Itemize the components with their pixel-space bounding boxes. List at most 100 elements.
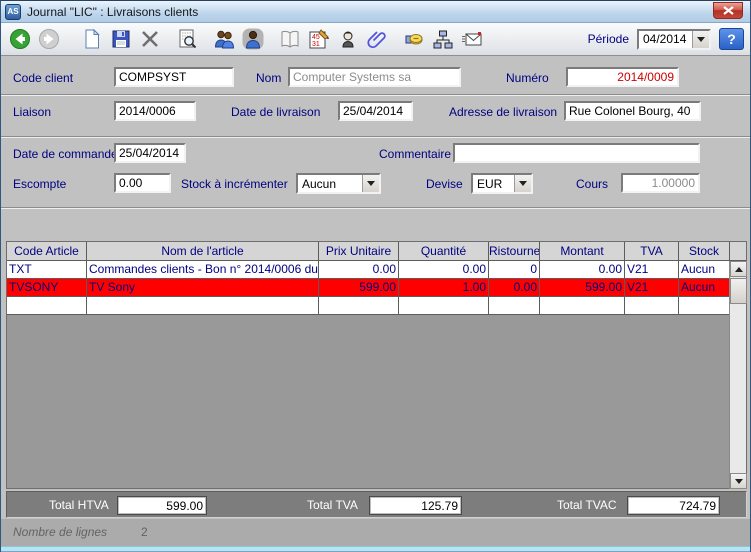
vertical-scrollbar[interactable] [729, 261, 746, 489]
devise-label: Devise [426, 177, 463, 191]
email-button[interactable] [459, 26, 485, 52]
numero-input[interactable] [566, 67, 679, 87]
help-button[interactable]: ? [719, 28, 744, 50]
cell-prix-unitaire[interactable]: 0.00 [319, 261, 399, 279]
svg-text:45: 45 [312, 34, 320, 41]
numero-label: Numéro [506, 71, 549, 85]
escompte-input[interactable] [114, 173, 171, 193]
calendar-button[interactable]: 4531 [306, 26, 332, 52]
scroll-up-button[interactable] [730, 261, 747, 277]
column-header[interactable]: Quantité [399, 242, 489, 261]
period-label: Période [588, 32, 629, 46]
preview-icon [176, 28, 198, 50]
cell-quantite[interactable]: 1.00 [399, 279, 489, 297]
structure-button[interactable] [430, 26, 456, 52]
clients-button[interactable] [211, 26, 237, 52]
nom-label: Nom [256, 71, 281, 85]
nom-input [288, 67, 461, 87]
column-header[interactable]: Montant [540, 242, 625, 261]
cell-tva[interactable]: V21 [625, 279, 679, 297]
date-livraison-label: Date de livraison [231, 105, 320, 119]
table-row-empty[interactable] [7, 297, 746, 315]
column-header[interactable]: TVA [625, 242, 679, 261]
cell-quantite[interactable]: 0.00 [399, 261, 489, 279]
total-tvac-value [627, 496, 720, 515]
back-button[interactable] [7, 26, 33, 52]
cell-code-article[interactable]: TVSONY [7, 279, 87, 297]
delete-button[interactable] [137, 26, 163, 52]
table-row-selected[interactable]: TVSONY TV Sony 599.00 1.00 0.00 599.00 V… [7, 279, 746, 297]
line-count-value: 2 [141, 525, 148, 539]
cell-nom-article[interactable]: TV Sony [87, 279, 319, 297]
code-client-input[interactable] [114, 67, 234, 87]
arrow-down-icon [735, 479, 743, 484]
total-tvac-label: Total TVAC [557, 498, 617, 512]
email-icon [461, 28, 483, 50]
totals-bar: Total HTVA Total TVA Total TVAC [6, 491, 747, 518]
delete-icon [139, 28, 161, 50]
close-icon [723, 6, 734, 15]
table-row[interactable]: TXT Commandes clients - Bon n° 2014/0006… [7, 261, 746, 279]
close-button[interactable] [713, 2, 743, 19]
scroll-down-button[interactable] [730, 473, 747, 489]
payment-button[interactable] [401, 26, 427, 52]
date-commande-input[interactable] [114, 143, 186, 163]
cell-tva[interactable]: V21 [625, 261, 679, 279]
person-icon [337, 28, 359, 50]
status-bar: Nombre de lignes 2 [1, 519, 750, 547]
divider [1, 136, 751, 138]
date-commande-label: Date de commande [13, 147, 118, 161]
new-document-icon [81, 28, 103, 50]
divider [1, 94, 751, 96]
commentaire-input[interactable] [453, 143, 700, 163]
line-count-label: Nombre de lignes [13, 525, 107, 539]
chevron-down-icon[interactable] [692, 31, 709, 48]
client-icon [242, 28, 264, 50]
calendar-icon: 4531 [308, 28, 330, 50]
cell-prix-unitaire[interactable]: 599.00 [319, 279, 399, 297]
total-tva-value [369, 496, 462, 515]
column-header[interactable]: Prix Unitaire [319, 242, 399, 261]
devise-select[interactable]: EUR [471, 173, 533, 194]
cell-ristourne[interactable]: 0.00 [489, 279, 540, 297]
commentaire-label: Commentaire [379, 147, 451, 161]
liaison-label: Liaison [13, 105, 51, 119]
clients-icon [213, 28, 235, 50]
cell-ristourne[interactable]: 0 [489, 261, 540, 279]
forward-icon [38, 28, 60, 50]
save-button[interactable] [108, 26, 134, 52]
book-icon [279, 28, 301, 50]
divider [1, 207, 751, 209]
cell-stock[interactable]: Aucun [679, 279, 730, 297]
person-button[interactable] [335, 26, 361, 52]
column-header[interactable]: Ristourne [489, 242, 540, 261]
catalog-button[interactable] [277, 26, 303, 52]
column-header[interactable]: Stock [679, 242, 730, 261]
forward-button[interactable] [36, 26, 62, 52]
window-bottom-border [1, 546, 750, 552]
period-select[interactable]: 04/2014 [637, 29, 711, 50]
client-button[interactable] [240, 26, 266, 52]
cell-montant[interactable]: 599.00 [540, 279, 625, 297]
cell-montant[interactable]: 0.00 [540, 261, 625, 279]
table-header-row: Code Article Nom de l'article Prix Unita… [7, 242, 746, 261]
stock-incrementer-select[interactable]: Aucun [296, 173, 381, 194]
chevron-down-icon[interactable] [362, 175, 379, 192]
cell-stock[interactable]: Aucun [679, 261, 730, 279]
chevron-down-icon[interactable] [514, 175, 531, 192]
save-icon [110, 28, 132, 50]
date-livraison-input[interactable] [338, 101, 413, 121]
arrow-up-icon [735, 267, 743, 272]
cell-nom-article[interactable]: Commandes clients - Bon n° 2014/0006 du … [87, 261, 319, 279]
back-icon [9, 28, 31, 50]
paperclip-icon [366, 28, 388, 50]
attachment-button[interactable] [364, 26, 390, 52]
preview-button[interactable] [174, 26, 200, 52]
column-header[interactable]: Nom de l'article [87, 242, 319, 261]
adresse-livraison-input[interactable] [564, 101, 701, 121]
column-header[interactable]: Code Article [7, 242, 87, 261]
cell-code-article[interactable]: TXT [7, 261, 87, 279]
new-document-button[interactable] [79, 26, 105, 52]
liaison-input[interactable] [114, 101, 196, 121]
scrollbar-thumb[interactable] [730, 278, 747, 304]
